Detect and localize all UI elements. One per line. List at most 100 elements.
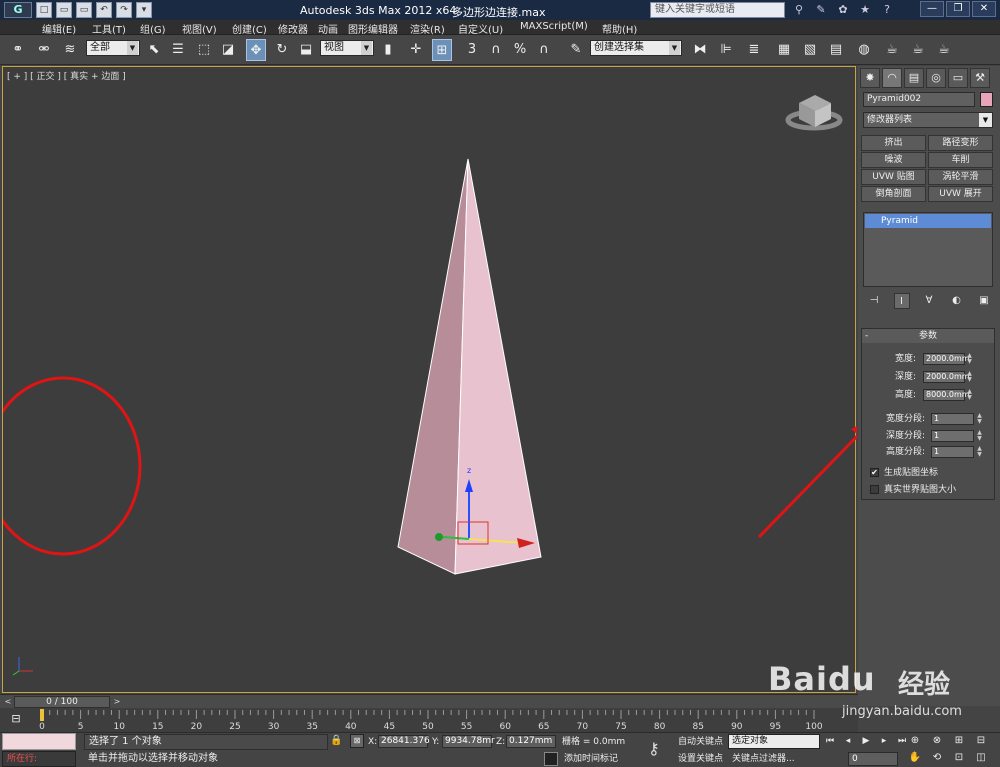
depth-field[interactable]: 2000.0mm (923, 371, 970, 383)
maximize-viewport-icon[interactable]: ◫ (972, 750, 990, 765)
motion-tab-icon[interactable]: ◎ (926, 68, 946, 88)
percent-snap-icon[interactable]: % (510, 39, 530, 61)
hierarchy-tab-icon[interactable]: ▤ (904, 68, 924, 88)
maxscript-listener-mini[interactable] (2, 733, 76, 750)
object-color-swatch[interactable] (980, 92, 993, 107)
object-name-field[interactable]: Pyramid002 (863, 92, 975, 107)
add-time-tag[interactable]: 添加时间标记 (564, 752, 618, 766)
select-object-icon[interactable]: ⬉ (144, 39, 164, 61)
uvw-map-button[interactable]: UVW 贴图 (861, 169, 926, 185)
select-and-manipulate-icon[interactable]: ✛ (406, 39, 426, 61)
width-spinner[interactable]: ▲ ▼ (966, 353, 973, 365)
link-icon[interactable]: ⚭ (8, 39, 28, 61)
zoom-icon[interactable]: ⊕ (906, 733, 924, 748)
width-segments-field[interactable]: 1 (931, 413, 974, 425)
align-icon[interactable]: ⊫ (716, 39, 736, 61)
previous-frame-icon[interactable]: ◂ (840, 734, 856, 748)
modifier-list-dropdown[interactable]: 修改器列表 ▼ (863, 112, 993, 128)
selection-filter-dropdown[interactable]: 全部 ▼ (86, 40, 140, 56)
unwrap-uvw-button[interactable]: UVW 展开 (928, 186, 993, 202)
configure-sets-icon[interactable]: ▣ (976, 293, 992, 309)
z-field[interactable]: 0.127mm (506, 735, 556, 748)
layer-manager-icon[interactable]: ≣ (744, 39, 764, 61)
rendered-frame-icon[interactable]: ☕ (908, 39, 928, 61)
menu-create[interactable]: 创建(C) (232, 21, 267, 36)
zoom-extents-all-icon[interactable]: ⊟ (972, 733, 990, 748)
menu-customize[interactable]: 自定义(U) (458, 21, 503, 36)
extrude-button[interactable]: 挤出 (861, 135, 926, 151)
material-editor-icon[interactable]: ◍ (854, 39, 874, 61)
snaps-toggle-icon[interactable]: 3 (462, 39, 482, 61)
make-unique-icon[interactable]: ∀ (921, 293, 937, 309)
time-tag-icon[interactable] (544, 752, 558, 766)
zoom-all-icon[interactable]: ⊗ (928, 733, 946, 748)
pan-icon[interactable]: ✋ (906, 750, 924, 765)
new-file-icon[interactable]: □ (36, 2, 52, 18)
track-bar[interactable]: ⊟ 0 5 10 15 20 25 30 35 40 45 50 55 60 65 70 75 80 85 90 95… (0, 708, 858, 732)
y-field[interactable]: 9934.78mr (442, 735, 495, 748)
help-icon[interactable]: ? (878, 2, 896, 18)
noise-button[interactable]: 噪波 (861, 152, 926, 168)
pin-stack-icon[interactable]: ⊣ (866, 293, 882, 309)
spinner-snap-icon[interactable]: ∩ (534, 39, 554, 61)
time-slider[interactable]: < 0 / 100 > (0, 694, 858, 708)
app-logo-icon[interactable]: G (4, 2, 32, 18)
pivot-center-icon[interactable]: ▮ (378, 39, 398, 61)
open-file-icon[interactable]: ▭ (56, 2, 72, 18)
key-filters-button[interactable]: 关键点过滤器... (732, 752, 795, 766)
restore-button[interactable]: ❐ (946, 1, 970, 17)
next-frame-icon[interactable]: ▸ (876, 734, 892, 748)
auto-key-button[interactable]: 自动关键点 (678, 735, 723, 749)
select-by-name-icon[interactable]: ☰ (168, 39, 188, 61)
favorites-icon[interactable]: ★ (856, 2, 874, 18)
redo-icon[interactable]: ↷ (116, 2, 132, 18)
stack-item-pyramid[interactable]: Pyramid (865, 214, 991, 228)
utilities-tab-icon[interactable]: ⚒ (970, 68, 990, 88)
binoculars-icon[interactable]: ⚲ (790, 2, 808, 18)
generate-mapping-coords-checkbox[interactable]: ✔ 生成贴图坐标 (870, 467, 996, 480)
create-tab-icon[interactable]: ✸ (860, 68, 880, 88)
go-to-start-icon[interactable]: ⏮ (822, 734, 838, 748)
unlink-icon[interactable]: ⚮ (34, 39, 54, 61)
key-selection-dropdown[interactable]: 选定对象 (728, 734, 820, 749)
undo-icon[interactable]: ↶ (96, 2, 112, 18)
depth-segments-field[interactable]: 1 (931, 430, 974, 442)
height-segments-field[interactable]: 1 (931, 446, 974, 458)
menu-help[interactable]: 帮助(H) (602, 21, 637, 36)
curve-editor-icon[interactable]: ▧ (800, 39, 820, 61)
width-field[interactable]: 2000.0mm (923, 353, 970, 365)
path-deform-button[interactable]: 路径变形 (928, 135, 993, 151)
play-icon[interactable]: ▶ (858, 734, 874, 748)
render-setup-icon[interactable]: ☕ (882, 39, 902, 61)
show-end-result-icon[interactable]: I (893, 293, 910, 309)
turbosmooth-button[interactable]: 涡轮平滑 (928, 169, 993, 185)
menu-edit[interactable]: 编辑(E) (42, 21, 76, 36)
menu-group[interactable]: 组(G) (140, 21, 166, 36)
orbit-icon[interactable]: ⟲ (928, 750, 946, 765)
remove-modifier-icon[interactable]: ◐ (949, 293, 965, 309)
current-frame-field[interactable]: 0 (848, 752, 898, 766)
height-segments-spinner[interactable]: ▲ ▼ (976, 446, 983, 458)
angle-snap-icon[interactable]: ∩ (486, 39, 506, 61)
absolute-mode-icon[interactable]: ⊠ (350, 734, 364, 748)
save-file-icon[interactable]: ▭ (76, 2, 92, 18)
perspective-viewport[interactable]: [ + ] [ 正交 ] [ 真实 + 边面 ] z (2, 66, 857, 693)
menu-modifiers[interactable]: 修改器 (278, 21, 308, 36)
set-key-icon[interactable]: ⚷ (648, 739, 660, 758)
help-search-input[interactable]: 键入关键字或短语 (650, 2, 785, 18)
current-time-marker[interactable] (40, 709, 44, 721)
parameters-rollout-header[interactable]: - 参数 (862, 329, 994, 343)
close-button[interactable]: ✕ (972, 1, 996, 17)
modify-tab-icon[interactable]: ◠ (882, 68, 902, 88)
bevel-profile-button[interactable]: 倒角剖面 (861, 186, 926, 202)
depth-spinner[interactable]: ▲ ▼ (966, 371, 973, 383)
bind-space-warp-icon[interactable]: ≋ (60, 39, 80, 61)
reference-coordinate-dropdown[interactable]: 视图 ▼ (320, 40, 374, 56)
menu-maxscript[interactable]: MAXScript(M) (520, 21, 588, 32)
depth-segments-spinner[interactable]: ▲ ▼ (976, 430, 983, 442)
select-and-move-icon[interactable]: ✥ (246, 39, 266, 61)
rectangle-selection-icon[interactable]: ⬚ (194, 39, 214, 61)
time-next-button[interactable]: > (112, 696, 122, 708)
named-selection-set-dropdown[interactable]: 创建选择集 ▼ (590, 40, 682, 56)
time-prev-button[interactable]: < (2, 696, 14, 708)
